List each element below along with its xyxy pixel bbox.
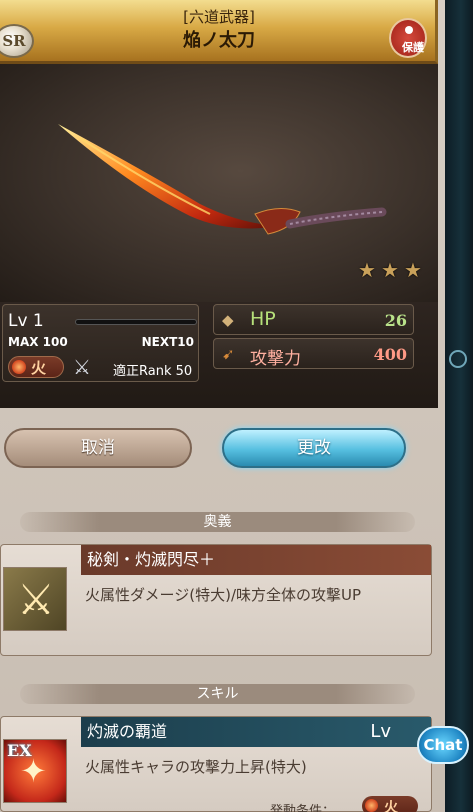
element-badge: 火 (8, 356, 64, 378)
cancel-button[interactable]: 取消 (4, 428, 192, 468)
weapon-panel: SR [六道武器] 焔ノ太刀 保護 ★ ★ ★ Lv 1 MAX 100 NEX… (0, 0, 445, 812)
stats-area: Lv 1 MAX 100 NEXT10 火 ⚔ 適正Rank 50 ◆ HP 2… (0, 302, 438, 408)
star-icon: ★ (358, 258, 376, 282)
change-button[interactable]: 更改 (222, 428, 406, 468)
element-label: 火 (31, 359, 47, 377)
attack-label: 攻撃力 (250, 349, 301, 369)
xp-bar (75, 319, 197, 325)
skill-section-header: スキル (20, 684, 415, 704)
ougi-section-header: 奥義 (20, 512, 415, 532)
crossed-swords-icon: ⚔ (73, 355, 91, 379)
level-box: Lv 1 MAX 100 NEXT10 火 ⚔ 適正Rank 50 (2, 304, 199, 382)
flame-icon: ✦ (20, 752, 47, 790)
fire-orb-icon (12, 360, 26, 374)
condition-element: 火 (384, 800, 398, 812)
ougi-card[interactable]: ⚔ 秘剣・灼滅閃尽＋ 火属性ダメージ(特大)/味方全体の攻撃UP (0, 544, 432, 656)
rating-stars: ★ ★ ★ (358, 260, 424, 280)
weapon-name: 焔ノ太刀 (183, 30, 255, 51)
hp-label: HP (250, 308, 276, 330)
sword-blade (58, 124, 280, 229)
star-icon: ★ (381, 258, 399, 282)
star-icon: ★ (404, 258, 422, 282)
condition-element-badge: 火 (362, 796, 418, 812)
weapon-header: SR [六道武器] 焔ノ太刀 保護 (0, 0, 438, 64)
ougi-description: 火属性ダメージ(特大)/味方全体の攻撃UP (85, 586, 362, 604)
ougi-icon: ⚔ (3, 567, 67, 631)
skill-description: 火属性キャラの攻撃力上昇(特大) (85, 758, 307, 776)
attack-value: 400 (373, 345, 407, 364)
next-level: NEXT10 (141, 335, 194, 349)
weapon-detail-screen: SR [六道武器] 焔ノ太刀 保護 ★ ★ ★ Lv 1 MAX 100 NEX… (0, 0, 473, 812)
chat-button[interactable]: Chat (417, 726, 469, 764)
attack-row: ➹ 攻撃力 400 (213, 338, 414, 369)
fire-orb-icon (365, 799, 378, 812)
circle-icon (449, 350, 467, 368)
weapon-artwork: ★ ★ ★ (0, 64, 438, 302)
background-edge (443, 0, 473, 812)
diamond-icon: ◆ (222, 311, 234, 329)
hp-value: 26 (384, 311, 407, 330)
activation-condition: 発動条件： (270, 804, 336, 812)
lock-label[interactable]: 保護 (402, 39, 424, 55)
skill-level-label: Lv (370, 721, 391, 742)
weapon-category: [六道武器] (183, 8, 255, 26)
level-label: Lv 1 (8, 311, 44, 331)
rank-requirement: 適正Rank 50 (113, 364, 193, 379)
crossed-swords-icon: ⚔ (17, 575, 55, 624)
hp-row: ◆ HP 26 (213, 304, 414, 335)
max-level: MAX 100 (8, 335, 68, 349)
ougi-name: 秘剣・灼滅閃尽＋ (81, 545, 431, 575)
skill-icon: EX ✦ (3, 739, 67, 803)
sword-icon: ➹ (222, 345, 235, 363)
